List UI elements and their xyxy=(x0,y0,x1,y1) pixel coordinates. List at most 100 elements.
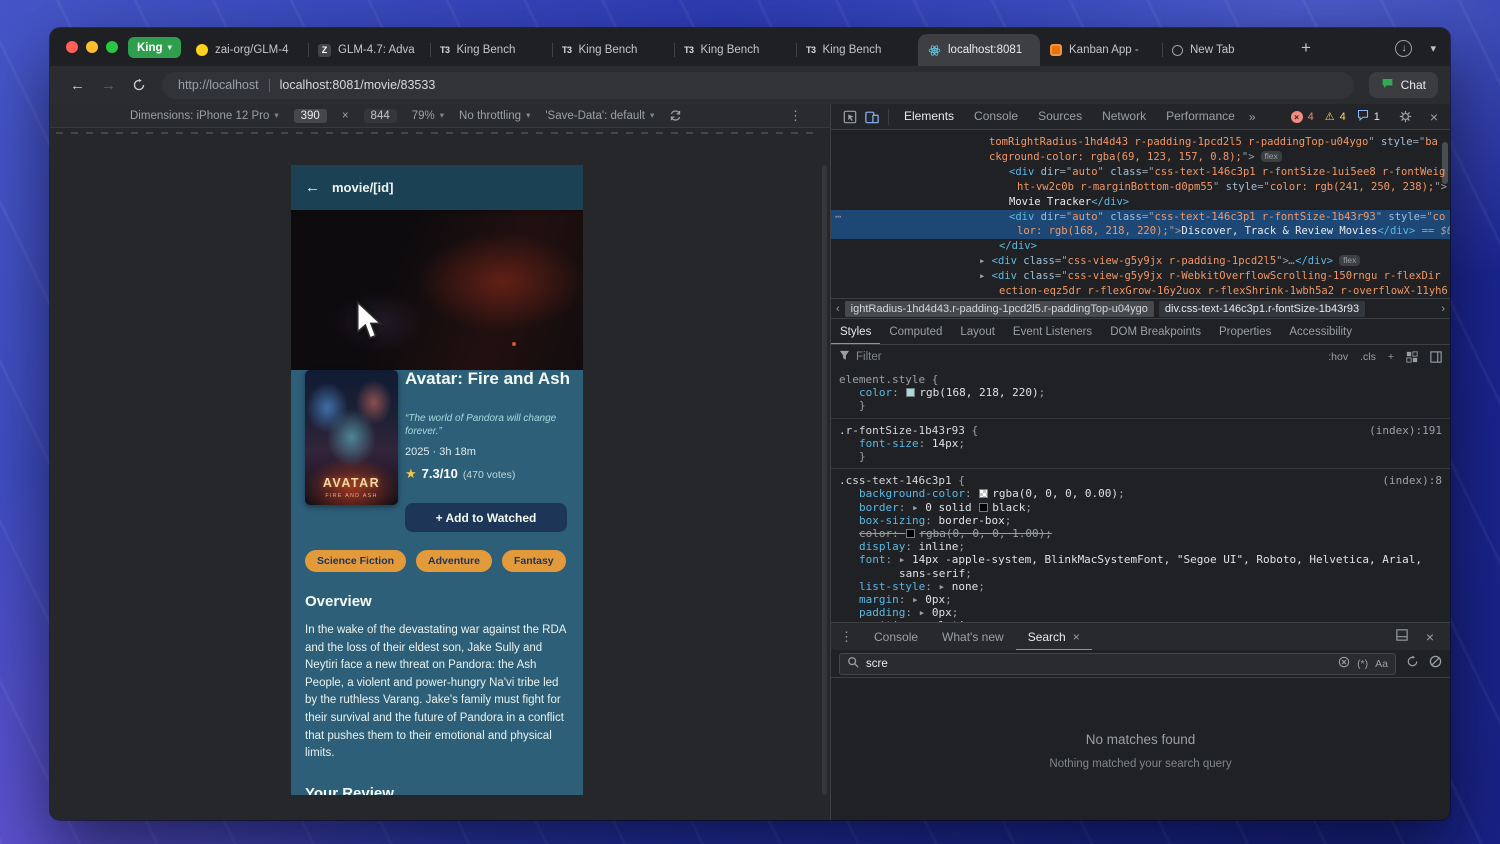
device-toolbar-toggle-icon[interactable] xyxy=(861,106,883,128)
zoom-selector[interactable]: 79% ▾ xyxy=(412,110,444,122)
toggle-element-classes[interactable]: .cls xyxy=(1360,351,1376,363)
dom-tree-line[interactable]: ht-vw2c0b r-marginBottom-d0pm55" style="… xyxy=(831,180,1450,195)
genre-chip[interactable]: Fantasy xyxy=(501,550,566,572)
drawer-close-icon[interactable]: × xyxy=(1422,629,1438,645)
tab-computed[interactable]: Computed xyxy=(880,319,951,345)
back-button[interactable]: ← xyxy=(62,77,93,94)
style-declaration[interactable]: font-size: 14px; xyxy=(839,437,1442,450)
devtools-tab-console[interactable]: Console xyxy=(964,104,1028,129)
refresh-search-icon[interactable] xyxy=(1406,655,1419,673)
genre-chip[interactable]: Science Fiction xyxy=(305,550,407,572)
style-rule-selector[interactable]: .css-text-146c3p1 { xyxy=(839,474,1442,487)
close-button[interactable] xyxy=(66,41,78,53)
drawer-tab-console[interactable]: Console xyxy=(862,623,930,651)
computed-sidebar-toggle-icon[interactable] xyxy=(1430,350,1442,363)
tab-layout[interactable]: Layout xyxy=(951,319,1004,345)
gear-icon[interactable] xyxy=(1395,106,1417,128)
error-icon[interactable]: × xyxy=(1290,110,1303,123)
devtools-tab-network[interactable]: Network xyxy=(1092,104,1156,129)
style-declaration[interactable]: display: inline; xyxy=(839,540,1442,553)
style-declaration[interactable]: padding: ▸ 0px; xyxy=(839,606,1442,619)
devtools-tab-sources[interactable]: Sources xyxy=(1028,104,1092,129)
browser-tab[interactable]: zai-org/GLM-4 xyxy=(186,34,308,66)
zoom-button[interactable] xyxy=(106,41,118,53)
browser-tab[interactable]: T3 King Bench xyxy=(796,34,918,66)
rotate-icon[interactable] xyxy=(669,109,682,122)
dom-tree-line[interactable]: </div> xyxy=(831,239,1450,254)
style-declaration[interactable]: color: rgb(168, 218, 220); xyxy=(839,386,1442,399)
match-case-toggle[interactable]: Aa xyxy=(1375,658,1388,670)
stylesheet-link[interactable]: (index):8 xyxy=(1382,474,1442,487)
regex-toggle[interactable]: (*) xyxy=(1357,658,1368,670)
color-swatches-icon[interactable] xyxy=(1406,350,1418,363)
stylesheet-link[interactable]: (index):191 xyxy=(1369,424,1442,437)
close-search-tab-icon[interactable]: × xyxy=(1073,630,1080,644)
add-to-watched-button[interactable]: + Add to Watched xyxy=(405,503,567,532)
clear-search-icon[interactable] xyxy=(1338,655,1350,673)
browser-tab[interactable]: Z GLM-4.7: Adva xyxy=(308,34,430,66)
inspect-element-icon[interactable] xyxy=(839,106,861,128)
dom-tree-line[interactable]: ection-eqz5dr r-flexGrow-16y2uox r-flexS… xyxy=(831,284,1450,299)
download-icon[interactable]: ↓ xyxy=(1395,39,1413,57)
app-back-arrow-icon[interactable]: ← xyxy=(291,179,332,196)
viewport-width-input[interactable]: 390 xyxy=(293,108,327,123)
devtools-tab-performance[interactable]: Performance xyxy=(1156,104,1245,129)
tab-group-king[interactable]: King ▾ xyxy=(128,37,181,58)
browser-tab[interactable]: T3 King Bench xyxy=(674,34,796,66)
chat-button[interactable]: Chat xyxy=(1368,72,1438,98)
flex-badge[interactable]: flex xyxy=(1260,150,1282,162)
browser-tab[interactable]: Kanban App - xyxy=(1040,34,1162,66)
warning-icon[interactable]: ⚠ xyxy=(1325,111,1335,123)
color-swatch-icon[interactable] xyxy=(979,502,989,512)
breadcrumb-right-chevron[interactable]: › xyxy=(1436,303,1450,315)
styles-filter-input[interactable]: Filter xyxy=(856,351,1316,363)
style-rule-selector[interactable]: .r-fontSize-1b43r93 { xyxy=(839,424,1442,437)
chevron-down-icon[interactable]: ▾ xyxy=(1430,42,1436,55)
style-declaration[interactable]: font: ▸ 14px -apple-system, BlinkMacSyst… xyxy=(839,553,1442,579)
devtools-tab-elements[interactable]: Elements xyxy=(894,104,964,129)
dom-tree-line[interactable]: ▸ <div class="css-view-g5y9jx r-WebkitOv… xyxy=(831,269,1450,284)
forward-button[interactable]: → xyxy=(93,77,124,94)
page-scrollbar[interactable] xyxy=(822,165,827,795)
style-declaration[interactable]: list-style: ▸ none; xyxy=(839,580,1442,593)
dom-tree-line[interactable]: lor: rgb(168, 218, 220);">Discover, Trac… xyxy=(831,224,1450,240)
style-declaration[interactable]: background-color: rgba(0, 0, 0, 0.00); xyxy=(839,487,1442,500)
browser-tab[interactable]: T3 King Bench xyxy=(430,34,552,66)
dom-tree-line[interactable]: <div dir="auto" class="css-text-146c3p1 … xyxy=(831,165,1450,180)
clear-results-icon[interactable] xyxy=(1429,655,1442,673)
tab-event-listeners[interactable]: Event Listeners xyxy=(1004,319,1101,345)
device-selector[interactable]: Dimensions: iPhone 12 Pro ▾ xyxy=(130,110,279,122)
dom-tree-line[interactable]: ▸ <div class="css-view-g5y9jx r-padding-… xyxy=(831,254,1450,269)
style-declaration[interactable]: margin: ▸ 0px; xyxy=(839,593,1442,606)
tab-properties[interactable]: Properties xyxy=(1210,319,1280,345)
tab-dom-breakpoints[interactable]: DOM Breakpoints xyxy=(1101,319,1210,345)
issues-bubble-icon[interactable] xyxy=(1357,108,1369,126)
tab-accessibility[interactable]: Accessibility xyxy=(1280,319,1361,345)
browser-tab[interactable]: New Tab xyxy=(1162,34,1284,66)
dom-tree-line[interactable]: ⋯ <div dir="auto" class="css-text-146c3p1… xyxy=(831,209,1450,225)
url-field[interactable]: http://localhost localhost:8081/movie/83… xyxy=(162,71,1354,99)
breadcrumb-selected[interactable]: div.css-text-146c3p1.r-fontSize-1b43r93 xyxy=(1158,301,1366,317)
breadcrumb-left-chevron[interactable]: ‹ xyxy=(831,303,845,315)
warning-count[interactable]: 4 xyxy=(1340,111,1346,123)
dom-line-menu-icon[interactable]: ⋯ xyxy=(835,210,841,225)
more-tabs-chevron[interactable]: » xyxy=(1245,110,1260,124)
drawer-tab-whats-new[interactable]: What's new xyxy=(930,623,1016,651)
color-swatch-icon[interactable] xyxy=(979,489,989,499)
dock-side-icon[interactable] xyxy=(1396,628,1408,646)
style-rule-selector[interactable]: element.style { xyxy=(839,373,1442,386)
error-count[interactable]: 4 xyxy=(1308,111,1314,123)
new-tab-button[interactable]: + xyxy=(1294,36,1318,60)
style-declaration[interactable]: color: rgba(0, 0, 0, 1.00); xyxy=(839,527,1442,540)
flex-badge[interactable]: flex xyxy=(1339,255,1361,267)
dom-tree-line[interactable]: tomRightRadius-1hd4d43 r-padding-1pcd2l5… xyxy=(831,135,1450,150)
reload-icon[interactable] xyxy=(124,78,154,92)
color-swatch-icon[interactable] xyxy=(906,529,916,539)
search-input[interactable]: scre (*) Aa xyxy=(839,652,1396,675)
dom-tree-line[interactable]: Movie Tracker</div> xyxy=(831,195,1450,210)
tab-styles[interactable]: Styles xyxy=(831,319,880,345)
browser-tab-active[interactable]: localhost:8081 xyxy=(918,34,1040,66)
throttling-selector[interactable]: No throttling ▾ xyxy=(459,110,530,122)
genre-chip[interactable]: Adventure xyxy=(416,550,492,572)
issues-count[interactable]: 1 xyxy=(1374,111,1380,123)
